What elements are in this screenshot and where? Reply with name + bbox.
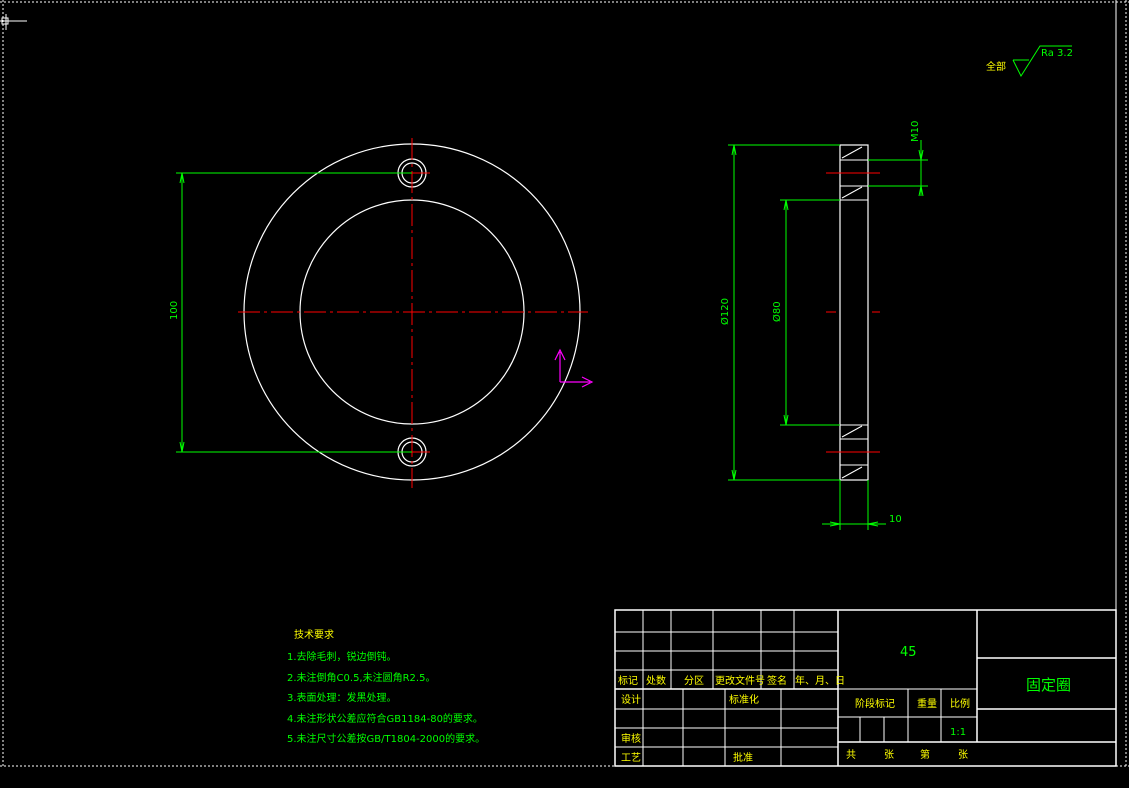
cad-drawing-canvas[interactable]: 全部 Ra 3.2 100 Ø120 Ø80 M10 10 技术要求 1.去除毛… [0,0,1129,788]
tech-requirement-item: 2.未注倒角C0.5,未注圆角R2.5。 [287,671,435,684]
dimension-thickness [822,480,886,530]
tech-requirement-item: 3.表面处理：发黑处理。 [287,691,397,704]
side-outline [839,144,869,481]
tb-design: 设计 [621,693,641,706]
cursor-crosshair-icon [0,14,27,30]
centerlines [238,138,588,488]
tb-part-name: 固定圈 [1026,676,1071,694]
tb-count: 处数 [646,674,666,687]
tb-weight: 重量 [917,697,937,710]
tech-requirement-item: 5.未注尺寸公差按GB/T1804-2000的要求。 [287,732,485,745]
dimension-outer-diameter-label: Ø120 [719,298,731,325]
tech-requirement-item: 4.未注形状公差应符合GB1184-80的要求。 [287,712,483,725]
tb-zone: 分区 [684,675,704,687]
tb-material: 45 [900,645,917,660]
side-view: Ø120 Ø80 M10 10 [719,121,928,530]
tb-mark: 标记 [618,675,638,687]
tech-requirements: 技术要求 1.去除毛刺，锐边倒钝。 2.未注倒角C0.5,未注圆角R2.5。 3… [287,628,485,745]
dimension-outer-diameter [728,144,840,481]
tech-requirement-item: 1.去除毛刺，锐边倒钝。 [287,650,397,663]
dimension-thickness-label: 10 [889,514,902,525]
surface-finish-prefix: 全部 [986,60,1006,73]
tb-scale: 比例 [950,697,970,710]
tb-signature: 签名 [767,674,787,687]
tb-page: 第 [920,748,930,761]
tb-total: 共 [846,749,856,761]
dimension-hole-spacing-label: 100 [169,301,180,320]
tb-change-doc: 更改文件号 [715,674,765,687]
tb-approve: 批准 [733,751,753,764]
front-view: 100 [169,138,588,488]
title-block: 标记 处数 分区 更改文件号 签名 年、月、日 设计 标准化 阶段标记 重量 比… [614,609,1117,767]
dimension-inner-diameter-label: Ø80 [771,301,783,322]
tb-scale-value: 1:1 [950,727,966,738]
ucs-icon [554,348,594,388]
tb-sheet-end: 张 [958,749,968,761]
tb-stage-mark: 阶段标记 [855,697,895,710]
tb-review: 审核 [621,732,641,745]
tb-date: 年、月、日 [795,674,845,687]
tb-process: 工艺 [621,752,641,764]
dimension-thread [868,140,928,197]
tb-standardize: 标准化 [729,693,759,706]
surface-finish-symbol: 全部 Ra 3.2 [986,45,1073,78]
dimension-thread-label: M10 [910,121,921,142]
surface-finish-value: Ra 3.2 [1041,48,1073,59]
tech-requirements-title: 技术要求 [294,628,334,641]
tb-sheets: 张 [884,749,894,761]
